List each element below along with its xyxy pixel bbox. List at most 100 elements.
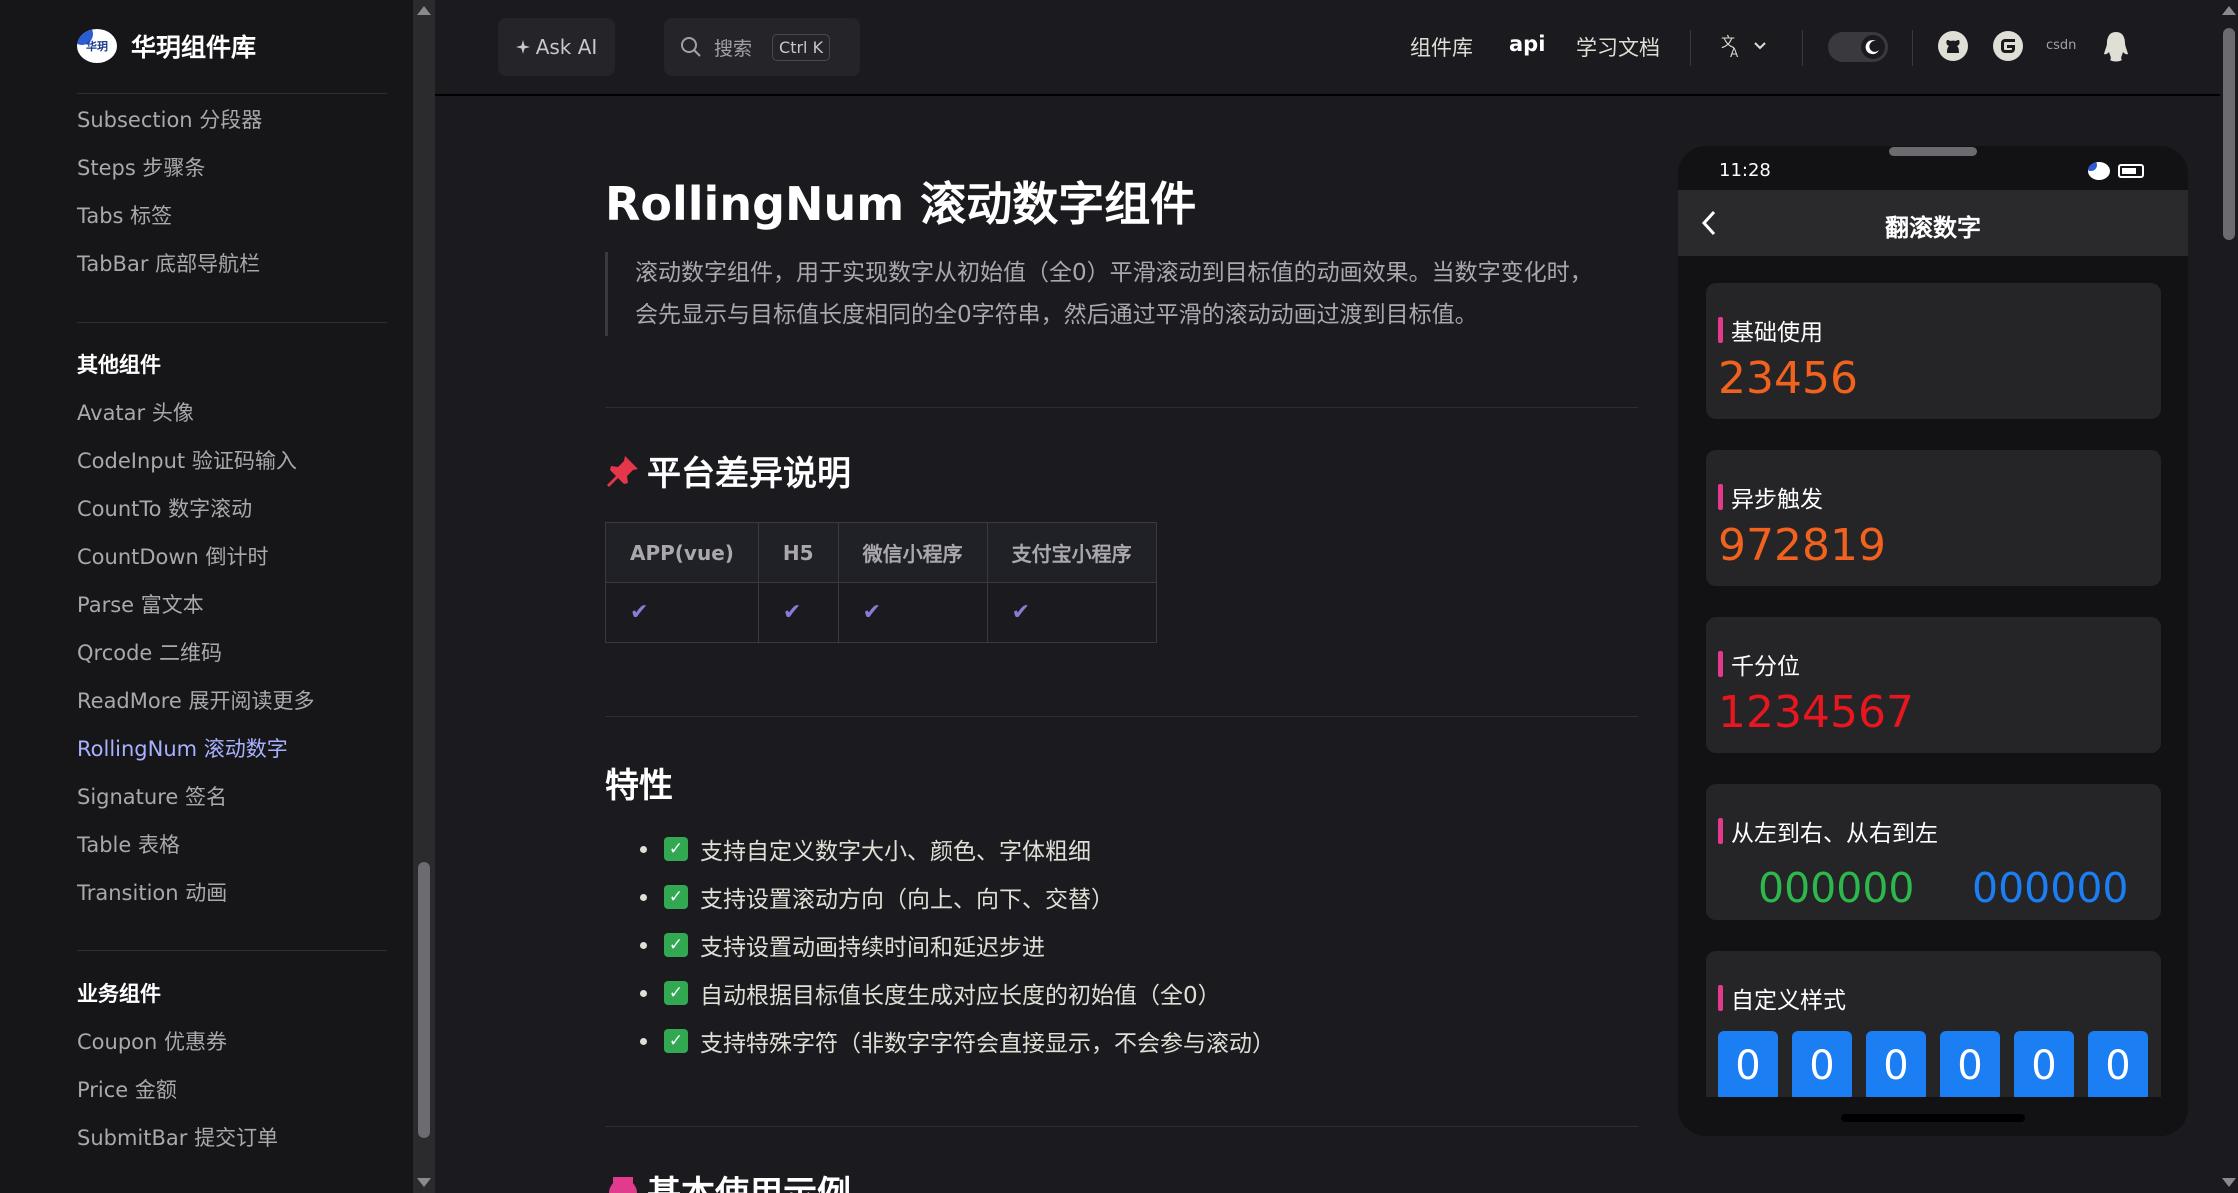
sidebar-item-tabbar[interactable]: TabBar 底部导航栏 bbox=[77, 248, 260, 278]
sidebar-item-table[interactable]: Table 表格 bbox=[77, 829, 180, 859]
heading-basic-usage-text: 基本使用示例 bbox=[647, 1166, 851, 1193]
github-link[interactable] bbox=[1937, 30, 1969, 66]
nav-separator bbox=[1912, 30, 1913, 66]
check-icon: ✔ bbox=[630, 600, 649, 625]
nav-separator bbox=[1690, 30, 1691, 66]
nav-link-components[interactable]: 组件库 bbox=[1410, 32, 1473, 62]
nav-link-docs[interactable]: 学习文档 bbox=[1576, 32, 1660, 62]
table-header-h5: H5 bbox=[757, 522, 839, 583]
sidebar-item-signature[interactable]: Signature 签名 bbox=[77, 781, 227, 811]
sidebar-item-codeinput[interactable]: CodeInput 验证码输入 bbox=[77, 445, 297, 475]
phone-status-bar: 11:28 bbox=[1678, 156, 2188, 188]
moon-icon bbox=[1865, 40, 1879, 55]
emoji-icon bbox=[609, 1176, 637, 1193]
page-scrollbar-thumb[interactable] bbox=[2223, 28, 2235, 240]
card-title: 异步触发 bbox=[1718, 480, 1823, 514]
scroll-down-arrow-icon[interactable] bbox=[417, 1178, 431, 1187]
sidebar-item-rollingnum[interactable]: RollingNum 滚动数字 bbox=[77, 733, 288, 763]
card-title: 自定义样式 bbox=[1718, 981, 1846, 1015]
feature-text: 支持自定义数字大小、颜色、字体粗细 bbox=[700, 839, 1091, 865]
rolling-number: 972819 bbox=[1718, 520, 1886, 571]
brand-logo-text: 华玥 bbox=[86, 40, 108, 53]
sidebar-divider bbox=[77, 950, 387, 951]
svg-text:A: A bbox=[1730, 46, 1739, 60]
checkbox-icon: ✓ bbox=[664, 981, 688, 1005]
ask-ai-button[interactable]: Ask AI bbox=[498, 18, 615, 76]
qq-link[interactable] bbox=[2102, 30, 2130, 68]
sidebar-item-coupon[interactable]: Coupon 优惠券 bbox=[77, 1026, 227, 1056]
sidebar-item-parse[interactable]: Parse 富文本 bbox=[77, 589, 204, 619]
demo-card-async[interactable]: 异步触发 972819 bbox=[1706, 450, 2161, 586]
scroll-down-arrow-icon[interactable] bbox=[2222, 1178, 2236, 1187]
feature-text: 自动根据目标值长度生成对应长度的初始值（全0） bbox=[700, 983, 1221, 1009]
sidebar-item-submitbar[interactable]: SubmitBar 提交订单 bbox=[77, 1122, 278, 1152]
sidebar-item-subsection[interactable]: Subsection 分段器 bbox=[77, 104, 262, 134]
search-icon bbox=[681, 37, 701, 57]
digit-box: 0 bbox=[1792, 1031, 1852, 1097]
sparkle-icon bbox=[515, 40, 530, 54]
digit-box: 0 bbox=[2014, 1031, 2074, 1097]
brand-logo: 华玥 bbox=[77, 29, 117, 63]
rolling-number-ltr: 000000 bbox=[1758, 864, 1915, 912]
battery-icon bbox=[2118, 164, 2144, 178]
sidebar-item-qrcode[interactable]: Qrcode 二维码 bbox=[77, 637, 222, 667]
csdn-link[interactable]: csdn bbox=[2046, 38, 2076, 53]
list-item: ✓ 支持设置动画持续时间和延迟步进 bbox=[640, 921, 1275, 969]
sidebar-item-countdown[interactable]: CountDown 倒计时 bbox=[77, 541, 269, 571]
table-header-app: APP(vue) bbox=[605, 522, 759, 583]
scroll-up-arrow-icon[interactable] bbox=[417, 6, 431, 15]
sidebar-item-tabs[interactable]: Tabs 标签 bbox=[77, 200, 172, 230]
sidebar-item-avatar[interactable]: Avatar 头像 bbox=[77, 397, 194, 427]
list-item: ✓ 自动根据目标值长度生成对应长度的初始值（全0） bbox=[640, 969, 1275, 1017]
heading-platform: 平台差异说明 bbox=[605, 446, 851, 495]
table-cell: ✔ bbox=[986, 582, 1157, 643]
scroll-up-arrow-icon[interactable] bbox=[2222, 6, 2236, 15]
checkbox-icon: ✓ bbox=[664, 885, 688, 909]
demo-card-thousands: 千分位 1234567 bbox=[1706, 617, 2161, 753]
demo-card-basic: 基础使用 23456 bbox=[1706, 283, 2161, 419]
github-icon bbox=[1938, 31, 1968, 61]
gitee-icon bbox=[1993, 31, 2023, 61]
theme-toggle-knob bbox=[1861, 35, 1885, 59]
brand[interactable]: 华玥 华玥组件库 bbox=[77, 28, 256, 64]
table-cell: ✔ bbox=[605, 582, 759, 643]
sidebar-item-countto[interactable]: CountTo 数字滚动 bbox=[77, 493, 252, 523]
search-placeholder: 搜索 bbox=[714, 37, 753, 60]
intro-line-1: 滚动数字组件，用于实现数字从初始值（全0）平滑滚动到目标值的动画效果。当数字变化… bbox=[635, 260, 1593, 286]
phone-home-indicator bbox=[1841, 1114, 2025, 1122]
rolling-number: 23456 bbox=[1718, 353, 1858, 404]
sidebar-item-readmore[interactable]: ReadMore 展开阅读更多 bbox=[77, 685, 315, 715]
language-switcher[interactable]: 文 A bbox=[1721, 33, 1771, 65]
pushpin-icon bbox=[607, 455, 638, 487]
nav-link-api[interactable]: api bbox=[1509, 32, 1545, 56]
sidebar-item-steps[interactable]: Steps 步骤条 bbox=[77, 152, 205, 182]
bullet bbox=[640, 1037, 647, 1045]
digit-box: 0 bbox=[1940, 1031, 2000, 1097]
sidebar-scrollbar-thumb[interactable] bbox=[418, 862, 430, 1138]
feature-text: 支持设置滚动方向（向上、向下、交替） bbox=[700, 887, 1114, 913]
theme-toggle[interactable] bbox=[1828, 32, 1888, 62]
list-item: ✓ 支持设置滚动方向（向上、向下、交替） bbox=[640, 873, 1275, 921]
heading-basic-usage: 基本使用示例 bbox=[605, 1166, 851, 1193]
intro-blockquote: 滚动数字组件，用于实现数字从初始值（全0）平滑滚动到目标值的动画效果。当数字变化… bbox=[605, 252, 1635, 336]
digit-box: 0 bbox=[2088, 1031, 2148, 1097]
demo-card-custom: 自定义样式 0 0 0 0 0 0 bbox=[1706, 951, 2161, 1097]
checkbox-icon: ✓ bbox=[664, 933, 688, 957]
section-divider bbox=[605, 407, 1638, 408]
table-cell: ✔ bbox=[837, 582, 988, 643]
page-title: RollingNum 滚动数字组件 bbox=[605, 177, 1197, 231]
heading-features: 特性 bbox=[605, 758, 673, 807]
nav-separator bbox=[1802, 30, 1803, 66]
sidebar-item-price[interactable]: Price 金额 bbox=[77, 1074, 177, 1104]
sidebar-item-transition[interactable]: Transition 动画 bbox=[77, 877, 227, 907]
search-shortcut-badge: Ctrl K bbox=[772, 33, 831, 61]
qq-icon bbox=[2104, 32, 2128, 62]
gitee-link[interactable] bbox=[1992, 30, 2024, 66]
sidebar-group-other: 其他组件 bbox=[77, 353, 161, 377]
list-item: ✓ 支持特殊字符（非数字字符会直接显示，不会参与滚动） bbox=[640, 1017, 1275, 1065]
feature-list: ✓ 支持自定义数字大小、颜色、字体粗细 ✓ 支持设置滚动方向（向上、向下、交替） ✓… bbox=[640, 825, 1275, 1065]
search-box[interactable]: 搜索 Ctrl K bbox=[664, 18, 860, 76]
phone-nav-title: 翻滚数字 bbox=[1885, 214, 1981, 242]
list-item: ✓ 支持自定义数字大小、颜色、字体粗细 bbox=[640, 825, 1275, 873]
sidebar: 华玥 华玥组件库 Subsection 分段器 Steps 步骤条 Tabs 标… bbox=[0, 0, 414, 1193]
